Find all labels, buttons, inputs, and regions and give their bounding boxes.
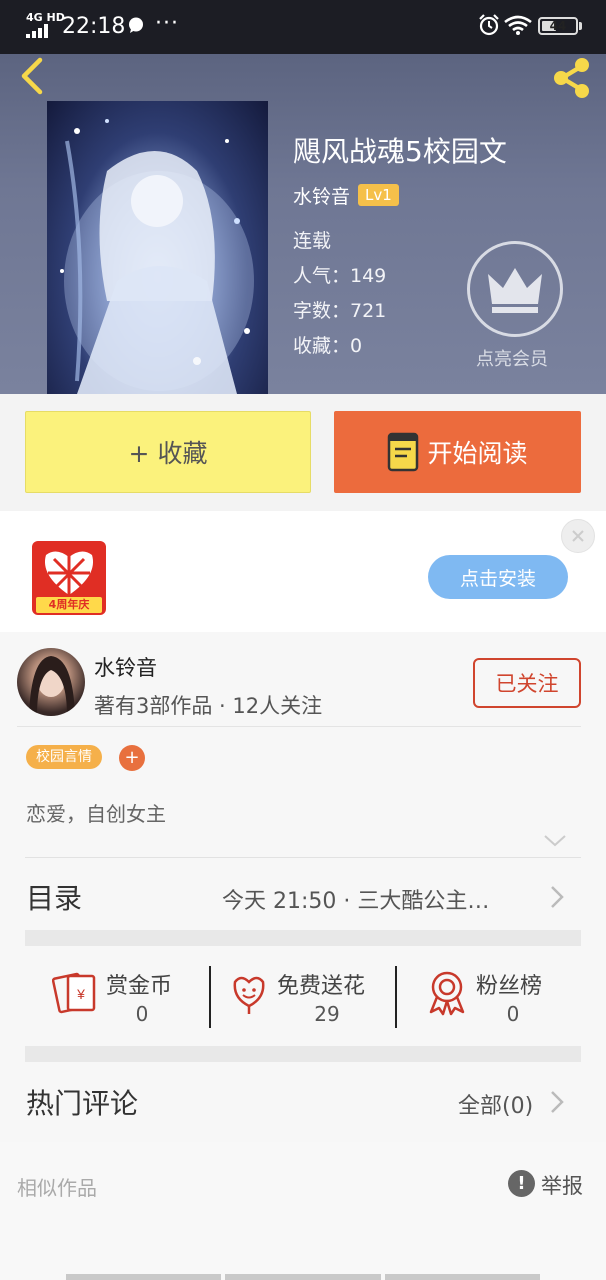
reward-flowers-label: 免费送花: [277, 974, 366, 999]
similar-work-thumb[interactable]: [225, 1274, 381, 1280]
ad-install-label: 点击安装: [459, 567, 536, 590]
book-intro: 恋爱，自创女主: [26, 802, 166, 826]
svg-text:¥: ¥: [76, 986, 85, 1002]
book-icon: [388, 432, 419, 472]
toc-title[interactable]: 目录: [26, 877, 82, 917]
report-alert-icon[interactable]: !: [508, 1170, 535, 1197]
follow-label: 已关注: [495, 672, 559, 696]
author-stats: 著有3部作品 · 12人关注: [94, 694, 323, 718]
close-icon: [572, 530, 584, 542]
similar-works-label: 相似作品: [17, 1176, 97, 1200]
share-icon[interactable]: [548, 56, 596, 100]
divider: [25, 857, 581, 858]
member-label: 点亮会员: [476, 349, 548, 370]
book-header: 飓风战魂5校园文 水铃音 Lv1 连载 人气：149 字数：721 收藏：0 点…: [0, 54, 606, 394]
reward-flowers[interactable]: 免费送花 29: [211, 946, 395, 1046]
reward-fans[interactable]: 粉丝榜 0: [397, 946, 606, 1046]
book-status: 连载: [293, 230, 332, 252]
section-separator: [25, 930, 581, 946]
follow-button[interactable]: 已关注: [473, 658, 581, 708]
comments-chevron-right-icon[interactable]: [549, 1089, 565, 1115]
hot-comments-title: 热门评论: [26, 1087, 139, 1120]
author-avatar[interactable]: [17, 648, 85, 716]
reward-fans-count: 0: [506, 1002, 520, 1026]
reward-fans-label: 粉丝榜: [476, 974, 543, 999]
back-chevron-left-icon[interactable]: [12, 56, 52, 96]
book-author-row[interactable]: 水铃音 Lv1: [293, 182, 399, 208]
all-comments-link[interactable]: 全部(0): [458, 1088, 533, 1120]
action-bar: + 收藏 开始阅读: [0, 394, 606, 511]
ad-app-logo[interactable]: 4周年庆: [32, 541, 106, 615]
ad-install-button[interactable]: 点击安装: [428, 555, 568, 599]
similar-works-row: 相似作品 ! 举报: [0, 1142, 606, 1280]
report-button[interactable]: 举报: [541, 1170, 583, 1200]
status-bar: 4G HD 22:18 ··· 44: [0, 0, 606, 54]
reward-coins[interactable]: ¥ 赏金币 0: [0, 946, 210, 1046]
similar-works-thumbnails: [66, 1274, 540, 1280]
ad-banner[interactable]: 4周年庆 点击安装: [0, 511, 606, 632]
book-popularity: 人气：149: [293, 265, 387, 287]
battery-tip: [579, 22, 582, 30]
expand-chevron-down-icon[interactable]: [543, 834, 567, 848]
book-title: 飓风战魂5校园文: [293, 135, 507, 168]
similar-work-thumb[interactable]: [384, 1274, 540, 1280]
toc-chevron-right-icon[interactable]: [549, 884, 565, 910]
book-author[interactable]: 水铃音: [293, 182, 350, 209]
wifi-icon: [504, 15, 532, 35]
reward-coins-count: 0: [135, 1002, 149, 1026]
network-type: 4G HD: [26, 11, 65, 24]
cover-illustration: [60, 119, 254, 394]
collect-button[interactable]: + 收藏: [25, 411, 311, 493]
reward-row: ¥ 赏金币 0 免费送花 29 粉丝榜 0: [0, 946, 606, 1046]
book-favorites: 收藏：0: [293, 335, 363, 357]
collect-label: + 收藏: [128, 439, 208, 468]
chat-notification-icon: [129, 17, 143, 33]
book-detail-screen: { "status_bar": { "network": "4G HD", "t…: [0, 0, 606, 1280]
member-crown-button[interactable]: [467, 241, 563, 337]
ad-close-button[interactable]: [561, 519, 595, 553]
divider: [17, 726, 581, 727]
latest-chapter[interactable]: 今天 21:50 · 三大酷公主…: [222, 883, 489, 915]
start-reading-label: 开始阅读: [427, 439, 528, 468]
section-separator: [25, 1046, 581, 1062]
crown-icon: [488, 268, 542, 313]
medal-icon: [429, 971, 465, 1016]
avatar-image: [29, 656, 75, 716]
book-cover-image[interactable]: [47, 101, 268, 394]
start-reading-button[interactable]: 开始阅读: [334, 411, 581, 493]
similar-work-thumb[interactable]: [66, 1274, 222, 1280]
signal-icon: [26, 24, 48, 38]
ad-logo-text: 4周年庆: [48, 598, 90, 611]
battery-percent: 44: [549, 19, 567, 33]
author-name[interactable]: 水铃音: [94, 652, 157, 682]
book-details-panel: 水铃音 著有3部作品 · 12人关注 已关注 校园言情 + 恋爱，自创女主 目录…: [0, 632, 606, 1142]
reward-coins-label: 赏金币: [106, 974, 173, 999]
more-notifications: ···: [155, 11, 179, 36]
add-tag-button[interactable]: +: [119, 745, 145, 771]
coin-envelope-icon: ¥: [52, 972, 96, 1014]
genre-tag[interactable]: 校园言情: [26, 745, 102, 769]
book-word-count: 字数：721: [293, 300, 387, 322]
author-level-badge: Lv1: [358, 184, 399, 206]
battery-indicator: 44: [538, 17, 578, 35]
reward-flowers-count: 29: [314, 1002, 340, 1026]
flower-icon: [233, 976, 265, 1014]
clock: 22:18: [62, 14, 126, 39]
alarm-icon: [479, 14, 499, 36]
